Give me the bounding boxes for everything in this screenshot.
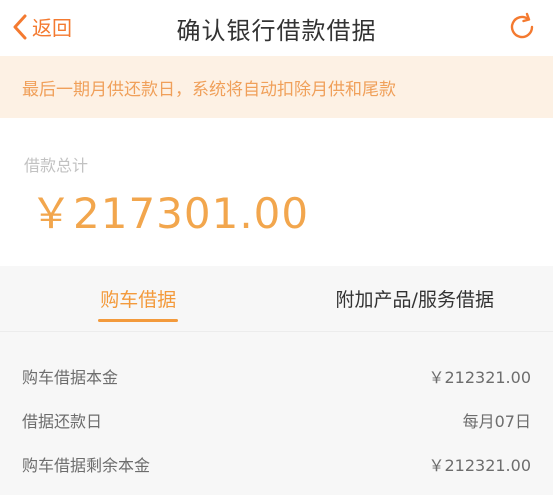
detail-label: 购车借据本金 (22, 368, 119, 387)
detail-row-repayment-day: 借据还款日 每月07日 (22, 398, 531, 442)
detail-row-remaining-principal: 购车借据剩余本金 ￥212321.00 (22, 442, 531, 486)
tab-addon-services[interactable]: 附加产品/服务借据 (277, 266, 553, 331)
notice-banner: 最后一期月供还款日，系统将自动扣除月供和尾款 (0, 56, 553, 118)
total-label: 借款总计 (24, 156, 89, 175)
loan-details-list: 购车借据本金 ￥212321.00 借据还款日 每月07日 购车借据剩余本金 ￥… (0, 332, 553, 486)
total-amount: ￥217301.00 (30, 189, 310, 238)
page-title: 确认银行借款借据 (176, 16, 377, 45)
refresh-button[interactable] (505, 12, 539, 46)
detail-value: ￥212321.00 (428, 368, 531, 387)
detail-label: 借据还款日 (22, 412, 103, 431)
back-label: 返回 (32, 16, 72, 40)
notice-text: 最后一期月供还款日，系统将自动扣除月供和尾款 (22, 79, 396, 100)
top-nav-bar: 返回 确认银行借款借据 (0, 0, 553, 56)
total-section: 借款总计 ￥217301.00 (0, 118, 553, 266)
detail-value: ￥212321.00 (428, 456, 531, 475)
detail-value: 每月07日 (462, 412, 531, 431)
detail-row-principal: 购车借据本金 ￥212321.00 (22, 354, 531, 398)
tab-car-loan-label: 购车借据 (100, 289, 177, 311)
tab-addon-services-label: 附加产品/服务借据 (335, 289, 494, 311)
detail-label: 购车借据剩余本金 (22, 456, 151, 475)
tab-car-loan[interactable]: 购车借据 (0, 266, 277, 331)
back-button[interactable]: 返回 (10, 12, 72, 41)
chevron-left-icon (10, 13, 30, 41)
tab-active-indicator (98, 319, 179, 322)
refresh-icon (506, 11, 538, 47)
tab-bar: 购车借据 附加产品/服务借据 (0, 266, 553, 332)
